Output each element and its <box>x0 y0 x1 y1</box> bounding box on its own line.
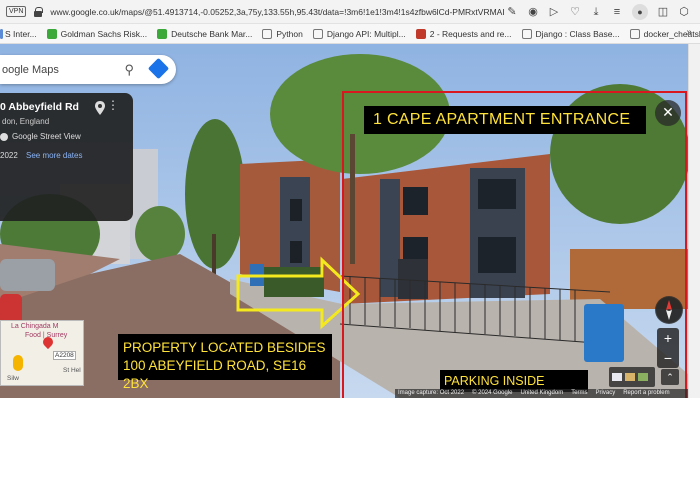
lock-icon[interactable] <box>34 6 44 17</box>
search-icon[interactable]: ⚲ <box>124 62 134 78</box>
property-callout-line1: PROPERTY LOCATED BESIDES <box>123 340 326 355</box>
vpn-badge[interactable]: VPN <box>6 6 27 17</box>
street-view-icon <box>0 132 8 141</box>
maps-brand-label: oogle Maps <box>2 63 59 76</box>
bookmark-item[interactable]: Django API: Multipl... <box>312 28 406 39</box>
browser-window: VPN www.google.co.uk/maps/@51.4913714,-0… <box>0 0 700 500</box>
url-field[interactable]: www.google.co.uk/maps/@51.4913714,-0.052… <box>50 7 505 17</box>
download-icon[interactable]: ⤓ <box>590 6 602 18</box>
property-callout-line2: 100 ABEYFIELD ROAD, SE16 2BX <box>123 358 307 391</box>
camera-icon[interactable]: ◉ <box>527 6 539 18</box>
bookmark-label: S Inter... <box>5 28 37 39</box>
settings-icon[interactable]: ⬡ <box>678 6 690 18</box>
bookmark-label: Python <box>276 28 303 39</box>
bookmark-label: 2 - Requests and re... <box>429 28 512 39</box>
minimap[interactable]: La Chingada M Food | Surrey A2208 St Hel… <box>0 320 84 386</box>
terms-link[interactable]: Terms <box>571 389 587 398</box>
edit-icon[interactable]: ✎ <box>506 6 518 18</box>
compass-icon[interactable] <box>655 296 683 324</box>
bookmark-label: Deutsche Bank Mar... <box>171 28 253 39</box>
capture-date-row: 2022 See more dates <box>0 151 133 160</box>
bookmark-label: Django API: Multipl... <box>326 28 406 39</box>
copyright: © 2024 Google <box>472 390 513 396</box>
bookmark-favicon-icon <box>521 28 532 39</box>
zoom-control: + − <box>657 328 679 368</box>
page-scrollbar[interactable] <box>688 44 700 398</box>
image-capture-date: Image capture: Oct 2022 <box>398 390 465 396</box>
report-problem-link[interactable]: Report a problem <box>623 389 669 398</box>
bookmark-item[interactable]: 2 - Requests and re... <box>415 28 512 39</box>
address-bar: VPN www.google.co.uk/maps/@51.4913714,-0… <box>0 0 700 24</box>
see-more-dates-link[interactable]: See more dates <box>26 151 82 160</box>
bookmark-item[interactable]: S Inter... <box>0 28 37 39</box>
location-city: don, England <box>2 117 50 126</box>
location-info-card: 0 Abbeyfield Rd don, England Google Stre… <box>0 93 133 221</box>
minimap-street-label: St Hel <box>63 367 81 374</box>
heart-icon[interactable]: ♡ <box>569 6 581 18</box>
bookmarks-bar: S Inter... Goldman Sachs Risk... Deutsch… <box>0 24 700 44</box>
bookmark-favicon-icon <box>0 28 3 39</box>
bookmark-favicon-icon <box>157 28 168 39</box>
bookmark-label: Django : Class Base... <box>535 28 620 39</box>
maps-footer: Image capture: Oct 2022 © 2024 Google Un… <box>395 389 688 398</box>
street-view-source: Google Street View <box>0 132 133 141</box>
location-pin-icon[interactable] <box>95 101 105 115</box>
toolbar-icons: ✎ ◉ ▷ ♡ ⤓ ≡ ● ◫ ⬡ <box>506 3 700 20</box>
highlight-box <box>342 91 687 398</box>
extension-icon[interactable]: ◫ <box>657 6 669 18</box>
layer-thumb <box>625 373 635 381</box>
zoom-out-button[interactable]: − <box>657 348 679 368</box>
layer-thumb <box>638 373 648 381</box>
region-label[interactable]: United Kingdom <box>521 389 564 398</box>
minimap-street-label-2: Silw <box>7 375 19 382</box>
bookmark-label: Goldman Sachs Risk... <box>60 28 148 39</box>
bookmark-item[interactable]: Python <box>262 28 303 39</box>
bookmark-item[interactable]: Django : Class Base... <box>521 28 620 39</box>
bookmark-favicon-icon <box>312 28 323 39</box>
capture-year: 2022 <box>0 151 18 160</box>
bookmark-favicon-icon <box>629 28 640 39</box>
directions-icon[interactable] <box>147 57 170 80</box>
bookmark-favicon-icon <box>415 28 426 39</box>
play-icon[interactable]: ▷ <box>548 6 560 18</box>
bookmark-item[interactable]: Goldman Sachs Risk... <box>46 28 148 39</box>
minimap-road-label: A2208 <box>53 351 76 360</box>
menu-icon[interactable]: ≡ <box>611 6 623 18</box>
property-callout: PROPERTY LOCATED BESIDES 100 ABEYFIELD R… <box>118 334 332 391</box>
bookmark-item[interactable]: Deutsche Bank Mar... <box>157 28 253 39</box>
expand-icon[interactable]: ⌃ <box>661 369 679 385</box>
minimap-place-label: La Chingada M <box>11 323 59 330</box>
more-options-icon[interactable]: ⋮ <box>107 99 119 111</box>
profile-icon[interactable]: ● <box>632 3 648 20</box>
zoom-in-button[interactable]: + <box>657 328 679 348</box>
layers-button[interactable] <box>609 367 655 387</box>
privacy-link[interactable]: Privacy <box>596 389 616 398</box>
bookmarks-overflow-button[interactable]: » <box>686 27 692 38</box>
source-label: Google Street View <box>12 132 81 141</box>
layer-thumb <box>612 373 622 381</box>
street-view-panorama[interactable]: oogle Maps ⚲ 0 Abbeyfield Rd don, Englan… <box>0 44 688 398</box>
maps-search-box[interactable]: oogle Maps ⚲ <box>0 55 176 84</box>
entrance-callout: 1 CAPE APARTMENT ENTRANCE <box>364 106 646 134</box>
bookmark-favicon-icon <box>262 28 273 39</box>
pegman-icon[interactable] <box>13 355 23 371</box>
bookmark-favicon-icon <box>46 28 57 39</box>
